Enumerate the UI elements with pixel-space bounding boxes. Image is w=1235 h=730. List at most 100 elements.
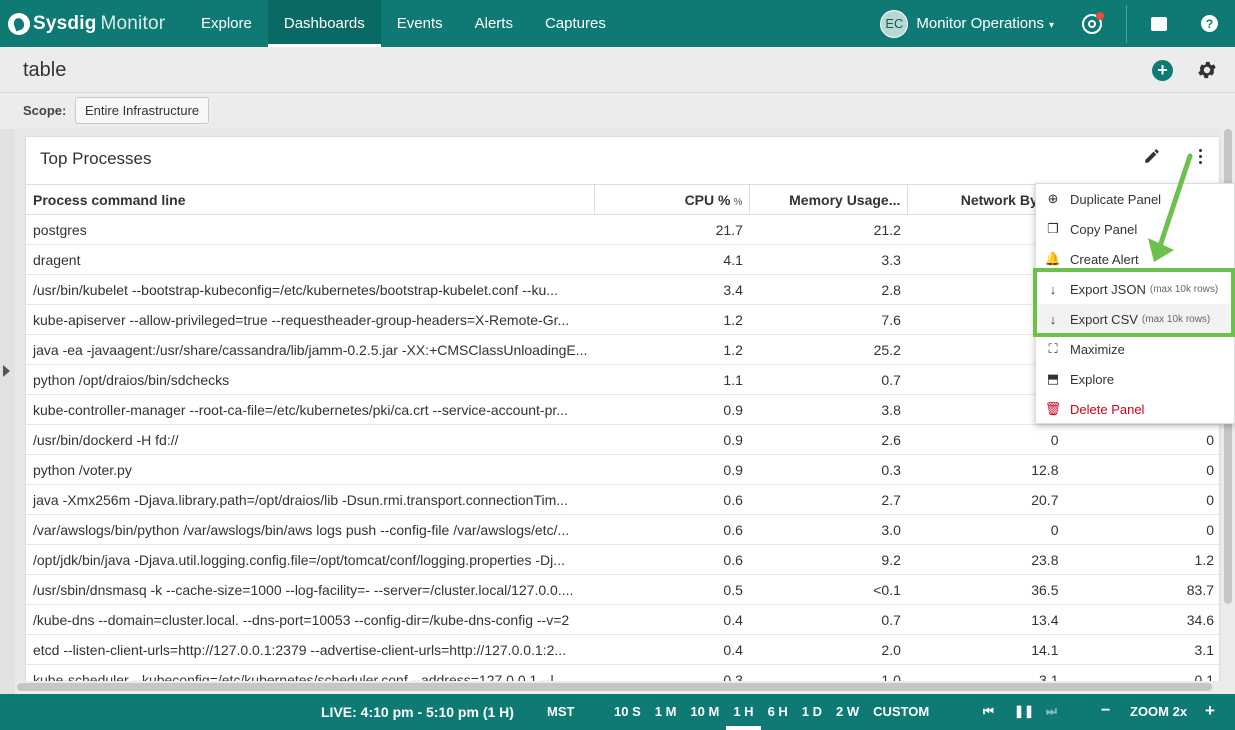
process-cell: java -Xmx256m -Djava.library.path=/opt/d… — [26, 484, 595, 515]
table-row[interactable]: etcd --listen-client-urls=http://127.0.0… — [26, 634, 1219, 665]
time-range-10m[interactable]: 10 M — [683, 694, 726, 730]
value-cell: 23.8 — [907, 544, 1066, 575]
page-header: table + — [0, 47, 1235, 93]
table-row[interactable]: /var/awslogs/bin/python /var/awslogs/bin… — [26, 514, 1219, 545]
value-cell: 0 — [1065, 454, 1219, 485]
live-time-range[interactable]: LIVE: 4:10 pm - 5:10 pm (1 H) — [321, 704, 514, 720]
value-cell: 1.2 — [1065, 544, 1219, 575]
team-name: Monitor Operations — [916, 15, 1044, 32]
nav-divider — [1126, 4, 1127, 43]
time-range-6h[interactable]: 6 H — [761, 694, 795, 730]
scope-bar: Scope: Entire Infrastructure — [0, 93, 1235, 129]
value-cell: 0.6 — [594, 484, 750, 515]
table-row[interactable]: python /voter.py 0.9 0.3 12.8 0 — [26, 454, 1219, 485]
skip-back-icon[interactable]: ⏮ — [983, 704, 994, 719]
value-cell: 83.7 — [1065, 574, 1219, 605]
process-cell: etcd --listen-client-urls=http://127.0.0… — [26, 634, 595, 665]
product-name: Monitor — [100, 12, 166, 34]
value-cell: 2.6 — [749, 424, 908, 455]
value-cell: 2.8 — [749, 274, 908, 305]
spotlight-radar-icon[interactable] — [1082, 11, 1104, 34]
sysdig-logo[interactable]: Sysdig Monitor — [0, 0, 185, 47]
time-range-2w[interactable]: 2 W — [829, 694, 866, 730]
help-icon[interactable]: ? — [1201, 15, 1218, 32]
scope-selector-button[interactable]: Entire Infrastructure — [75, 97, 210, 124]
alert-bell-icon: 🔔 — [1044, 251, 1062, 266]
column-header-cpu[interactable]: CPU %% — [593, 184, 750, 215]
value-cell: 0.4 — [594, 634, 750, 665]
menu-item-copy-panel[interactable]: ❐ Copy Panel — [1036, 214, 1234, 244]
value-cell: 0.5 — [594, 574, 750, 605]
add-panel-icon[interactable]: + — [1152, 60, 1173, 81]
value-cell: 25.2 — [749, 334, 908, 365]
menu-item-explore[interactable]: ⬒ Explore — [1036, 364, 1234, 394]
process-cell: /usr/bin/kubelet --bootstrap-kubeconfig=… — [26, 274, 595, 305]
table-row[interactable]: /usr/sbin/dnsmasq -k --cache-size=1000 -… — [26, 574, 1219, 605]
menu-item-delete-panel[interactable]: 🗑 Delete Panel — [1036, 394, 1234, 424]
page-title: table — [23, 59, 67, 81]
top-nav: Sysdig Monitor Explore Dashboards Events … — [0, 0, 1235, 47]
timezone-label[interactable]: MST — [547, 704, 574, 719]
menu-item-duplicate-panel[interactable]: ⊕ Duplicate Panel — [1036, 184, 1234, 214]
value-cell: 0 — [907, 424, 1066, 455]
horizontal-scrollbar[interactable] — [15, 681, 1221, 694]
menu-item-label: Explore — [1070, 371, 1115, 387]
value-cell: 0.7 — [749, 364, 908, 395]
team-switcher[interactable]: Monitor Operations ▾ — [916, 15, 1054, 32]
process-cell: kube-apiserver --allow-privileged=true -… — [26, 304, 595, 335]
value-cell: 14.1 — [907, 634, 1066, 665]
table-row[interactable]: java -Xmx256m -Djava.library.path=/opt/d… — [26, 484, 1219, 515]
time-range-1d[interactable]: 1 D — [795, 694, 829, 730]
nav-alerts[interactable]: Alerts — [459, 0, 529, 47]
value-cell: <0.1 — [749, 574, 908, 605]
value-cell: 1.1 — [594, 364, 750, 395]
value-cell: 3.0 — [749, 514, 908, 545]
maximize-icon: ⛶ — [1048, 341, 1058, 356]
explore-icon: ⬒ — [1046, 371, 1060, 386]
zoom-out-button[interactable]: − — [1101, 702, 1110, 720]
time-range-10s[interactable]: 10 S — [607, 694, 648, 730]
annotation-arrow — [1148, 153, 1193, 262]
zoom-in-button[interactable]: + — [1205, 701, 1215, 721]
process-cell: python /voter.py — [26, 454, 595, 485]
chat-icon[interactable] — [1151, 16, 1167, 31]
menu-item-label: Create Alert — [1070, 251, 1139, 267]
nav-explore[interactable]: Explore — [185, 0, 268, 47]
process-cell: kube-controller-manager --root-ca-file=/… — [26, 394, 595, 425]
value-cell: 36.5 — [907, 574, 1066, 605]
chevron-down-icon: ▾ — [1048, 20, 1054, 31]
process-cell: python /opt/draios/bin/sdchecks — [26, 364, 595, 395]
scope-label: Scope: — [23, 103, 67, 118]
table-row[interactable]: /kube-dns --domain=cluster.local. --dns-… — [26, 604, 1219, 635]
nav-events[interactable]: Events — [381, 0, 459, 47]
nav-dashboards[interactable]: Dashboards — [267, 0, 381, 47]
left-panel-strip — [0, 129, 15, 694]
time-range-1m[interactable]: 1 M — [648, 694, 684, 730]
value-cell: 9.2 — [749, 544, 908, 575]
table-row[interactable]: /opt/jdk/bin/java -Djava.util.logging.co… — [26, 544, 1219, 575]
avatar[interactable]: EC — [880, 9, 909, 38]
trash-icon: 🗑 — [1044, 401, 1062, 416]
column-header-process[interactable]: Process command line — [26, 184, 595, 215]
nav-captures[interactable]: Captures — [529, 0, 622, 47]
table-row[interactable]: /usr/bin/dockerd -H fd://0.9 2.6 0 0 — [26, 424, 1219, 455]
menu-item-maximize[interactable]: ⛶ Maximize — [1036, 334, 1234, 364]
expand-sidebar-icon[interactable] — [3, 365, 10, 377]
pause-icon[interactable]: ❚❚ — [1014, 704, 1034, 718]
time-range-selector: 10 S1 M 10 M1 H6 H1 D2 W CUSTOM — [607, 694, 936, 730]
value-cell: 1.2 — [594, 334, 750, 365]
value-cell: 0.6 — [594, 544, 750, 575]
value-cell: 0.9 — [594, 454, 750, 485]
duplicate-icon: ⊕ — [1047, 191, 1059, 206]
value-cell: 13.4 — [907, 604, 1066, 635]
value-cell: 0.3 — [749, 454, 908, 485]
column-header-memory[interactable]: Memory Usage... — [749, 184, 908, 215]
gear-icon[interactable] — [1196, 59, 1218, 81]
time-range-1h[interactable]: 1 H — [726, 694, 761, 730]
time-range-custom[interactable]: CUSTOM — [866, 694, 936, 730]
horizontal-scroll-thumb[interactable] — [17, 683, 1212, 691]
value-cell: 2.7 — [749, 484, 908, 515]
sysdig-logo-icon — [8, 12, 30, 35]
process-cell: /kube-dns --domain=cluster.local. --dns-… — [26, 604, 595, 635]
skip-forward-icon[interactable]: ⏭ — [1046, 704, 1057, 719]
